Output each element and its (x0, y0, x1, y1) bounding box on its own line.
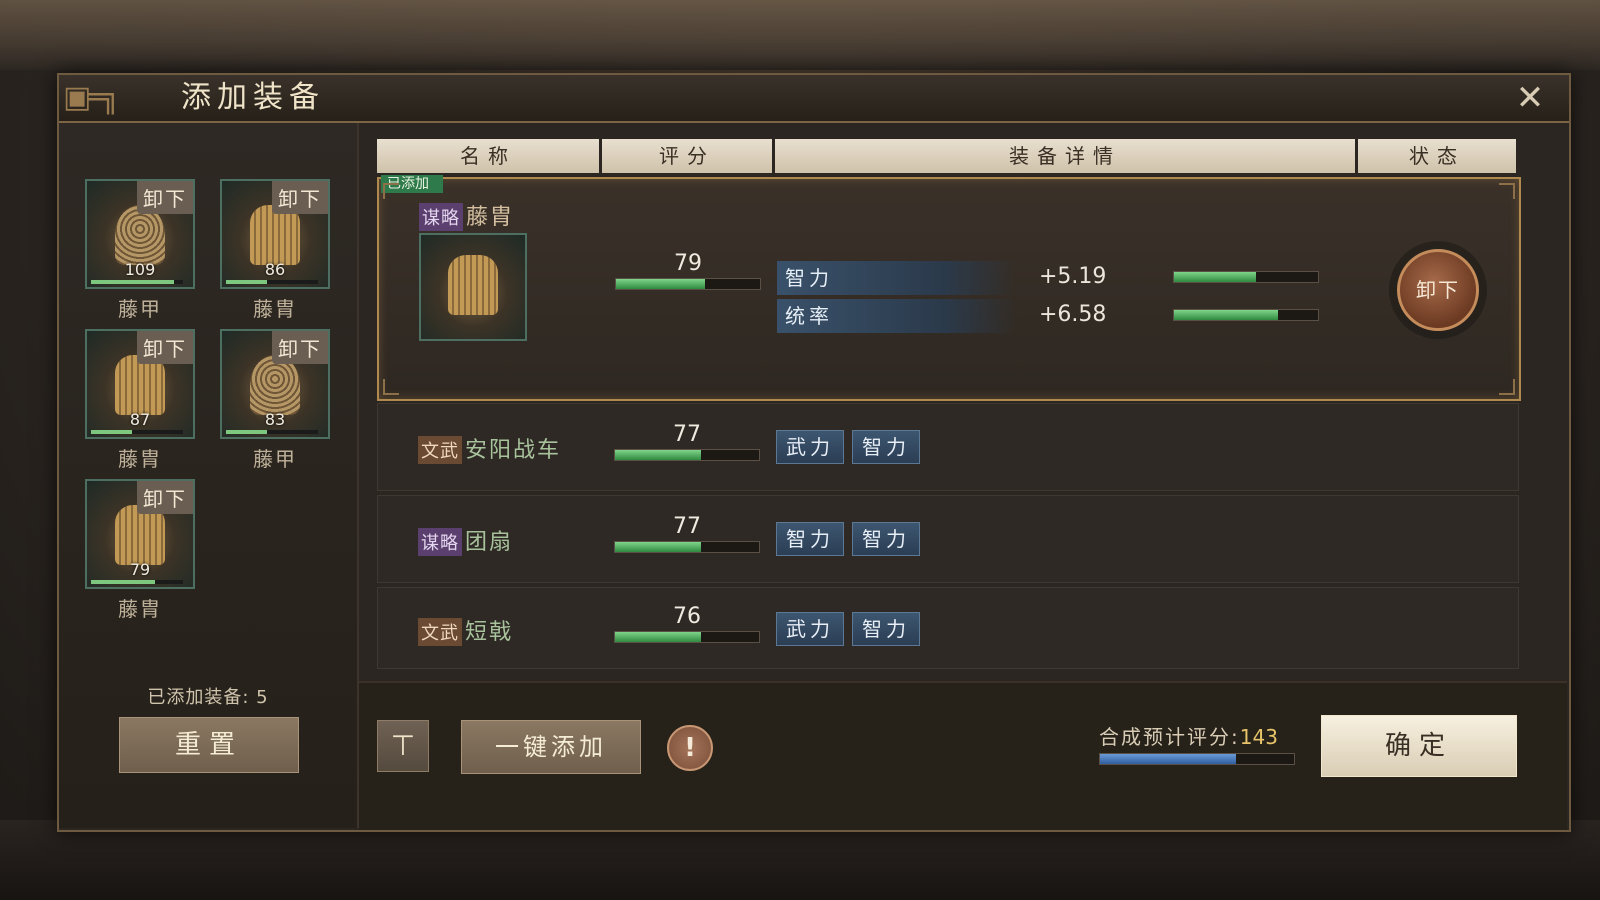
armor-icon (250, 355, 300, 415)
background-blur-bottom (0, 820, 1600, 900)
header-details: 装备详情 (775, 139, 1355, 173)
armor-icon (448, 255, 498, 315)
slot-level: 79 (129, 560, 151, 579)
slot-progress (91, 280, 183, 284)
corner-ornament (383, 379, 399, 395)
predicted-score: 合成预计评分:143 (1099, 721, 1278, 750)
equipped-slot[interactable]: 卸下 83 藤甲 (220, 329, 330, 472)
item-title: 文武 安阳战车 (418, 432, 561, 464)
item-score: 79 (615, 251, 761, 290)
score-bar (614, 449, 760, 461)
unequip-tag[interactable]: 卸下 (137, 481, 193, 514)
score-bar (614, 631, 760, 643)
score-value: 76 (673, 604, 701, 629)
info-icon[interactable]: ! (667, 725, 713, 771)
attribute-chip: 武力 (776, 612, 844, 646)
attribute-bar (1173, 309, 1319, 321)
item-name: 团扇 (465, 530, 514, 555)
attribute-chip: 智力 (852, 522, 920, 556)
corner-ornament (1499, 379, 1515, 395)
score-value: 77 (673, 514, 701, 539)
add-all-button[interactable]: 一键添加 (461, 720, 641, 774)
slot-name: 藤甲 (253, 447, 297, 471)
header-score: 评分 (602, 139, 772, 173)
attribute-chip: 智力 (776, 522, 844, 556)
attribute-chip: 智力 (852, 612, 920, 646)
equipment-row[interactable]: 文武 短戟 76 武力 智力 (377, 587, 1519, 669)
equipment-row[interactable]: 谋略 团扇 77 智力 智力 (377, 495, 1519, 583)
armor-icon (115, 505, 165, 565)
slot-name: 藤甲 (118, 297, 162, 321)
armor-icon (250, 205, 300, 265)
type-tag: 文武 (418, 618, 462, 646)
close-icon[interactable]: ✕ (1511, 79, 1549, 117)
attribute-label: 统率 (777, 299, 1015, 333)
corner-ornament (1499, 183, 1515, 199)
slot-level: 87 (129, 410, 151, 429)
confirm-button[interactable]: 确定 (1321, 715, 1517, 777)
added-count: 已添加装备: 5 (147, 687, 269, 708)
type-tag: 谋略 (418, 528, 462, 556)
attribute-value: +6.58 (1039, 302, 1107, 327)
item-score: 77 (614, 422, 760, 461)
equipment-row[interactable]: 文武 安阳战车 77 武力 智力 (377, 403, 1519, 491)
attribute-label: 智力 (777, 261, 1015, 295)
corner-ornament (383, 183, 399, 199)
unequip-tag[interactable]: 卸下 (137, 181, 193, 214)
item-title: 文武 短戟 (418, 614, 513, 646)
slot-level: 83 (264, 410, 286, 429)
item-title: 谋略 藤胄 (419, 199, 514, 231)
item-name: 短戟 (465, 620, 514, 645)
equipped-panel: 卸下 109 藤甲 卸下 86 藤胄 卸下 87 藤胄 卸下 83 藤甲 卸下 … (59, 123, 359, 828)
slot-progress (226, 430, 318, 434)
attribute-chip: 武力 (776, 430, 844, 464)
item-thumbnail (419, 233, 527, 341)
equipment-row-selected[interactable]: 已添加 谋略 藤胄 79 智力 +5.19 统率 +6.58 卸下 (377, 175, 1521, 401)
armor-icon (115, 355, 165, 415)
score-value: 79 (674, 251, 702, 276)
unequip-button[interactable]: 卸下 (1397, 249, 1479, 331)
slot-level: 109 (124, 260, 156, 279)
item-title: 谋略 团扇 (418, 524, 513, 556)
item-name: 藤胄 (466, 205, 515, 230)
title-bar: ▣═╗ 添加装备 ✕ (59, 75, 1569, 123)
unequip-tag[interactable]: 卸下 (272, 181, 328, 214)
predicted-score-label: 合成预计评分: (1099, 725, 1240, 749)
item-score: 77 (614, 514, 760, 553)
equipped-slot[interactable]: 卸下 109 藤甲 (85, 179, 195, 322)
unequip-tag[interactable]: 卸下 (272, 331, 328, 364)
slot-name: 藤胄 (118, 447, 162, 471)
attribute-value: +5.19 (1039, 264, 1107, 289)
equipped-slot[interactable]: 卸下 86 藤胄 (220, 179, 330, 322)
predicted-score-bar (1099, 753, 1295, 765)
header-name: 名称 (377, 139, 599, 173)
score-value: 77 (673, 422, 701, 447)
item-name: 安阳战车 (465, 438, 562, 463)
slot-level: 86 (264, 260, 286, 279)
title-ornament-icon: ▣═╗ (63, 80, 119, 115)
slot-name: 藤胄 (118, 597, 162, 621)
item-score: 76 (614, 604, 760, 643)
dialog-title: 添加装备 (181, 80, 325, 115)
type-tag: 文武 (418, 436, 462, 464)
unequip-tag[interactable]: 卸下 (137, 331, 193, 364)
background-blur-top (0, 0, 1600, 70)
score-bar (614, 541, 760, 553)
slot-name: 藤胄 (253, 297, 297, 321)
equipped-slot[interactable]: 卸下 87 藤胄 (85, 329, 195, 472)
equipped-slot[interactable]: 卸下 79 藤胄 (85, 479, 195, 622)
filter-icon[interactable]: ⊤ (377, 720, 429, 772)
add-equipment-dialog: ▣═╗ 添加装备 ✕ 卸下 109 藤甲 卸下 86 藤胄 卸下 87 藤胄 卸… (57, 73, 1571, 832)
slot-progress (91, 580, 183, 584)
reset-button[interactable]: 重置 (119, 717, 299, 773)
type-tag: 谋略 (419, 203, 463, 231)
slot-progress (226, 280, 318, 284)
score-bar (615, 278, 761, 290)
attribute-bar (1173, 271, 1319, 283)
header-status: 状态 (1358, 139, 1516, 173)
armor-icon (115, 205, 165, 265)
predicted-score-value: 143 (1239, 725, 1278, 749)
attribute-chip: 智力 (852, 430, 920, 464)
slot-progress (91, 430, 183, 434)
